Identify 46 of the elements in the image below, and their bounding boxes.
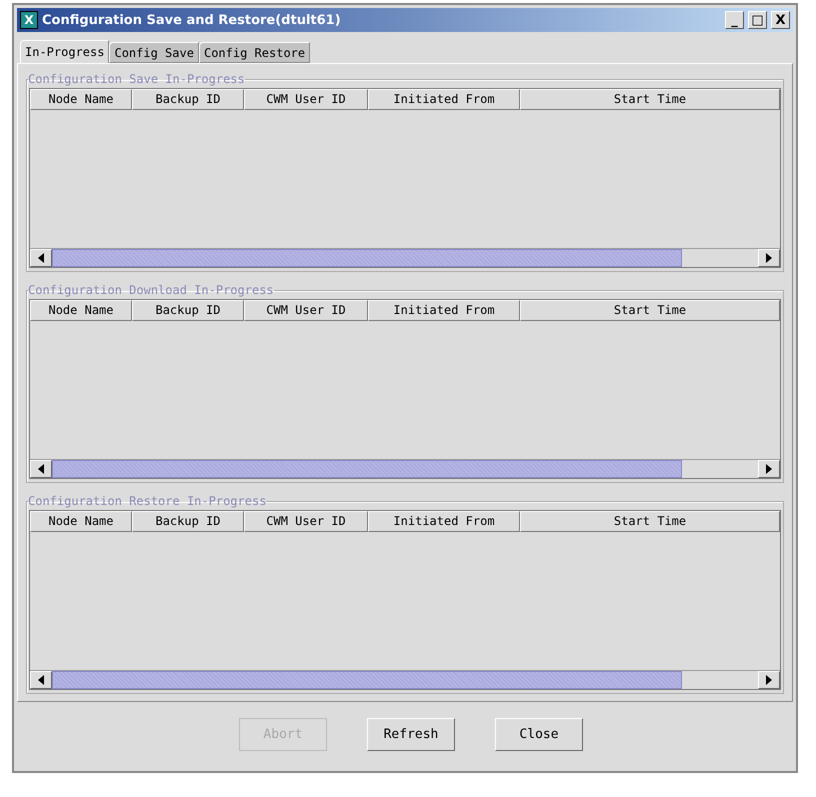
scroll-right-button[interactable] <box>758 671 780 689</box>
app-icon: X <box>20 11 38 29</box>
column-header[interactable]: Initiated From <box>368 89 520 110</box>
horizontal-scrollbar[interactable] <box>30 670 780 689</box>
right-arrow-icon <box>766 253 772 263</box>
column-header[interactable]: Start Time <box>520 511 780 532</box>
column-header[interactable]: Backup ID <box>132 89 244 110</box>
scroll-left-button[interactable] <box>30 249 52 267</box>
column-header[interactable]: Node Name <box>30 511 132 532</box>
dialog-button[interactable]: Refresh <box>367 718 455 751</box>
column-header[interactable]: Node Name <box>30 89 132 110</box>
scroll-right-button[interactable] <box>758 460 780 478</box>
column-header[interactable]: CWM User ID <box>244 300 368 321</box>
tab[interactable]: Config Restore <box>198 42 310 63</box>
right-arrow-icon <box>766 675 772 685</box>
scroll-left-button[interactable] <box>30 460 52 478</box>
column-header[interactable]: Initiated From <box>368 300 520 321</box>
window-maximize-button[interactable]: □ <box>748 11 767 29</box>
column-header[interactable]: Initiated From <box>368 511 520 532</box>
column-header[interactable]: CWM User ID <box>244 89 368 110</box>
tab[interactable]: In-Progress <box>20 40 110 63</box>
window-close-button[interactable]: X <box>771 11 790 29</box>
column-header[interactable]: Start Time <box>520 300 780 321</box>
left-arrow-icon <box>38 464 44 474</box>
left-arrow-icon <box>38 253 44 263</box>
column-header[interactable]: Backup ID <box>132 511 244 532</box>
horizontal-scrollbar[interactable] <box>30 248 780 267</box>
scroll-thumb[interactable] <box>52 671 682 689</box>
tab[interactable]: Config Save <box>109 42 199 63</box>
scroll-thumb[interactable] <box>52 249 682 267</box>
left-arrow-icon <box>38 675 44 685</box>
group-title: Configuration Download In-Progress <box>28 283 274 297</box>
column-header[interactable]: CWM User ID <box>244 511 368 532</box>
column-header[interactable]: Start Time <box>520 89 780 110</box>
window-title: Configuration Save and Restore(dtult61) <box>42 12 342 28</box>
scroll-right-button[interactable] <box>758 249 780 267</box>
horizontal-scrollbar[interactable] <box>30 459 780 478</box>
scroll-left-button[interactable] <box>30 671 52 689</box>
column-header[interactable]: Node Name <box>30 300 132 321</box>
group-title: Configuration Save In-Progress <box>28 72 245 86</box>
scroll-thumb[interactable] <box>52 460 682 478</box>
column-header[interactable]: Backup ID <box>132 300 244 321</box>
right-arrow-icon <box>766 464 772 474</box>
group-title: Configuration Restore In-Progress <box>28 494 266 508</box>
window-minimize-button[interactable]: _ <box>725 11 744 29</box>
dialog-button[interactable]: Close <box>495 718 583 751</box>
